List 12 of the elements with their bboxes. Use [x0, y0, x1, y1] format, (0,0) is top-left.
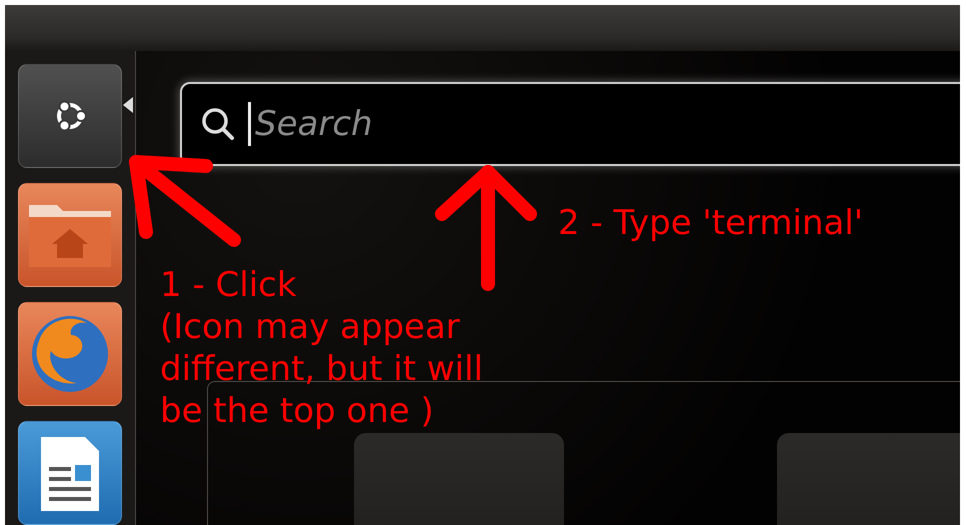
annotation-text: 1 - Click: [160, 264, 297, 306]
dash-button[interactable]: [18, 64, 122, 168]
writer-button[interactable]: [18, 421, 122, 525]
home-folder-button[interactable]: [18, 183, 122, 287]
browser-button[interactable]: [18, 302, 122, 406]
text-cursor-icon: [248, 102, 251, 146]
annotation-text: (Icon may appear different, but it will be the top one ): [160, 306, 484, 432]
search-field[interactable]: Search: [180, 82, 960, 166]
annotation-text: 2 - Type 'terminal': [558, 202, 864, 244]
pointer-triangle-icon: [123, 97, 133, 113]
search-input[interactable]: Search: [253, 103, 960, 145]
search-icon: [200, 106, 236, 142]
